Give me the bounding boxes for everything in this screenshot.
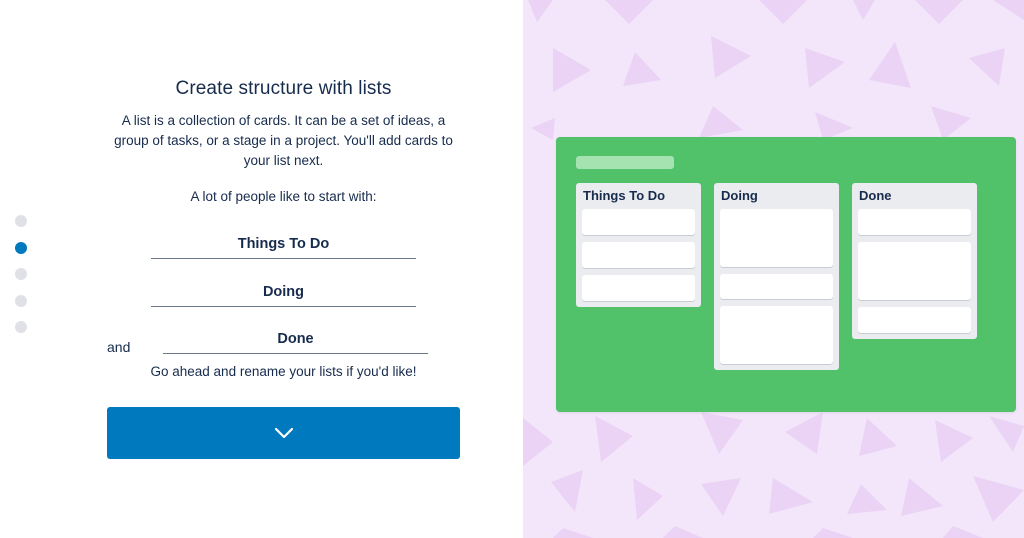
preview-card: [858, 209, 971, 235]
list-name-input-2[interactable]: [151, 277, 416, 307]
preview-list-done: Done: [852, 183, 977, 339]
list-name-input-1[interactable]: [151, 229, 416, 259]
chevron-down-icon: [274, 427, 293, 439]
preview-list-title: Done: [859, 188, 892, 203]
preview-card: [720, 274, 833, 299]
preview-list-title: Things To Do: [583, 188, 666, 203]
preview-card: [582, 242, 695, 268]
step-dot-2-current[interactable]: [15, 241, 27, 254]
step-dot-4[interactable]: [15, 294, 27, 307]
preview-list-title: Doing: [721, 188, 758, 203]
step-progress: [15, 215, 27, 348]
description-text: A list is a collection of cards. It can …: [114, 113, 453, 168]
preview-card: [858, 242, 971, 300]
list-name-input-3[interactable]: [163, 324, 428, 354]
preview-list-things-to-do: Things To Do: [576, 183, 701, 307]
onboarding-panel: Create structure with lists A list is a …: [0, 0, 523, 538]
board-preview-panel: Things To Do Doing Done: [523, 0, 1024, 538]
and-label: and: [107, 339, 131, 355]
rename-note: Go ahead and rename your lists if you'd …: [150, 364, 417, 379]
preview-card: [720, 209, 833, 267]
step-dot-3[interactable]: [15, 268, 27, 280]
preview-list-doing: Doing: [714, 183, 839, 370]
board-title-placeholder: [576, 156, 674, 169]
preview-card: [582, 209, 695, 235]
preview-card: [720, 306, 833, 364]
lead-text: A lot of people like to start with:: [190, 189, 377, 204]
step-dot-1[interactable]: [15, 215, 27, 227]
page-title: Create structure with lists: [175, 78, 392, 99]
onboarding-content: Create structure with lists A list is a …: [107, 78, 460, 204]
preview-card: [858, 307, 971, 333]
step-dot-5[interactable]: [15, 321, 27, 333]
preview-card: [582, 275, 695, 301]
continue-button[interactable]: [107, 407, 460, 459]
board-preview: Things To Do Doing Done: [556, 137, 1016, 412]
